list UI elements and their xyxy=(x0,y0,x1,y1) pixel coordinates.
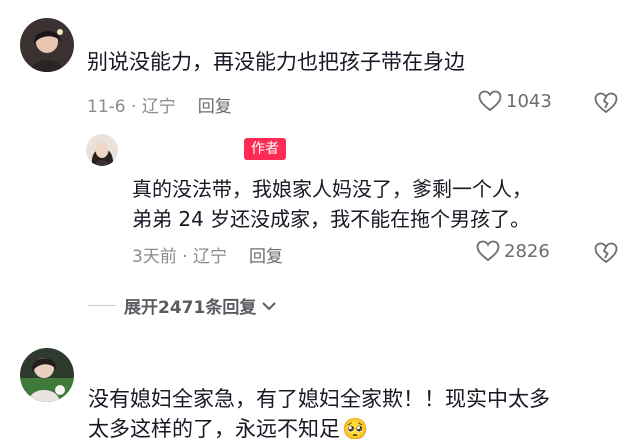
reply-text-line-1: 真的没法带，我娘家人妈没了，爹剩一个人， xyxy=(132,177,532,201)
divider-line xyxy=(88,305,116,306)
comment-text: 别说没能力，再没能力也把孩子带在身边 xyxy=(87,50,465,74)
broken-heart-icon xyxy=(594,242,618,264)
comment-time-location: 11-6 · 辽宁 xyxy=(87,97,176,117)
expand-replies-button[interactable]: 展开2471条回复 xyxy=(88,293,278,318)
comment-text-line-1: 没有媳妇全家急，有了媳妇全家欺！！现实中太多 xyxy=(88,387,550,411)
reply-button[interactable]: 回复 xyxy=(249,247,283,267)
reply-dislike-button[interactable] xyxy=(594,242,618,268)
like-count: 1043 xyxy=(506,90,552,112)
reply-like-count: 2826 xyxy=(504,240,550,262)
reply-time-location: 3天前 · 辽宁 xyxy=(132,247,228,267)
broken-heart-icon xyxy=(594,92,618,114)
expand-replies-label: 展开2471条回复 xyxy=(124,298,257,318)
chevron-down-icon xyxy=(262,301,277,310)
avatar[interactable] xyxy=(20,18,74,72)
reply-meta: 3天前 · 辽宁 回复 xyxy=(132,242,283,267)
comment-text-line-2-content: 太多这样的了，永远不知足 xyxy=(88,417,340,439)
reply-text-line-2: 弟弟 24 岁还没成家，我不能在拖个男孩了。 xyxy=(132,207,531,231)
comment-meta: 11-6 · 辽宁 回复 xyxy=(87,92,232,117)
heart-outline-icon xyxy=(476,240,500,262)
pleading-face-emoji: 🥺 xyxy=(342,417,369,439)
dislike-button[interactable] xyxy=(594,92,618,118)
comment-text-line-2: 太多这样的了，永远不知足🥺 xyxy=(88,413,368,439)
reply-button[interactable]: 回复 xyxy=(198,97,232,117)
heart-outline-icon xyxy=(478,90,502,112)
like-button[interactable]: 1043 xyxy=(478,90,552,112)
reply-like-button[interactable]: 2826 xyxy=(476,240,550,262)
author-badge: 作者 xyxy=(244,138,286,160)
reply-avatar[interactable] xyxy=(86,134,118,166)
avatar[interactable] xyxy=(20,348,74,402)
